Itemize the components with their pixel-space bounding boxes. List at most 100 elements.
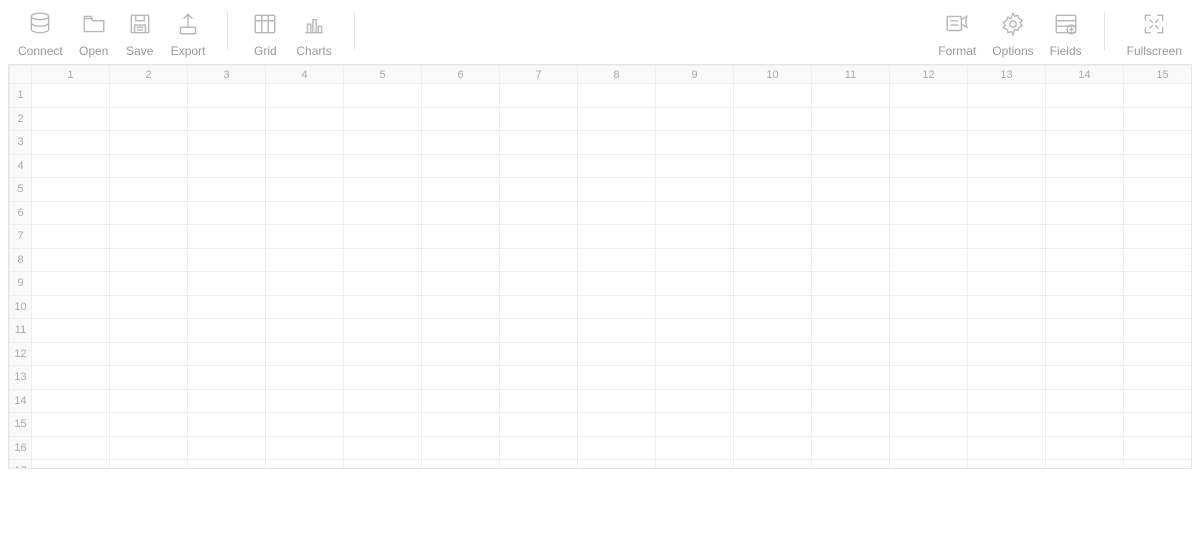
- grid-cell[interactable]: [266, 436, 344, 460]
- grid-cell[interactable]: [344, 248, 422, 272]
- grid-cell[interactable]: [1124, 295, 1193, 319]
- grid-cell[interactable]: [656, 413, 734, 437]
- grid-cell[interactable]: [422, 131, 500, 155]
- grid-cell[interactable]: [344, 295, 422, 319]
- grid-cell[interactable]: [266, 366, 344, 390]
- grid-cell[interactable]: [890, 460, 968, 470]
- grid-cell[interactable]: [188, 319, 266, 343]
- grid-cell[interactable]: [422, 225, 500, 249]
- grid-cell[interactable]: [578, 84, 656, 108]
- grid-cell[interactable]: [578, 178, 656, 202]
- column-header[interactable]: 5: [344, 66, 422, 84]
- grid-cell[interactable]: [500, 225, 578, 249]
- grid-cell[interactable]: [110, 272, 188, 296]
- grid-cell[interactable]: [110, 201, 188, 225]
- grid-cell[interactable]: [500, 154, 578, 178]
- grid-cell[interactable]: [188, 295, 266, 319]
- column-header[interactable]: 4: [266, 66, 344, 84]
- grid-cell[interactable]: [500, 107, 578, 131]
- grid-cell[interactable]: [344, 413, 422, 437]
- grid-cell[interactable]: [32, 201, 110, 225]
- grid-cell[interactable]: [110, 131, 188, 155]
- format-button[interactable]: Format: [930, 10, 984, 58]
- grid-cell[interactable]: [422, 413, 500, 437]
- grid-cell[interactable]: [1046, 154, 1124, 178]
- grid-cell[interactable]: [1046, 436, 1124, 460]
- grid-cell[interactable]: [1046, 272, 1124, 296]
- grid-cell[interactable]: [1124, 248, 1193, 272]
- grid-cell[interactable]: [656, 389, 734, 413]
- grid-cell[interactable]: [266, 201, 344, 225]
- grid-cell[interactable]: [32, 248, 110, 272]
- grid-cell[interactable]: [734, 225, 812, 249]
- grid-cell[interactable]: [656, 319, 734, 343]
- grid-cell[interactable]: [656, 84, 734, 108]
- grid-cell[interactable]: [32, 225, 110, 249]
- grid-cell[interactable]: [422, 154, 500, 178]
- grid-cell[interactable]: [812, 225, 890, 249]
- grid-cell[interactable]: [578, 319, 656, 343]
- grid-cell[interactable]: [266, 225, 344, 249]
- grid-cell[interactable]: [1124, 84, 1193, 108]
- grid-cell[interactable]: [32, 272, 110, 296]
- column-header[interactable]: 9: [656, 66, 734, 84]
- grid-cell[interactable]: [266, 248, 344, 272]
- grid-cell[interactable]: [266, 178, 344, 202]
- grid-cell[interactable]: [344, 436, 422, 460]
- grid-cell[interactable]: [656, 342, 734, 366]
- grid-cell[interactable]: [344, 131, 422, 155]
- fullscreen-button[interactable]: Fullscreen: [1119, 10, 1190, 58]
- grid-cell[interactable]: [968, 178, 1046, 202]
- grid-cell[interactable]: [578, 389, 656, 413]
- grid-cell[interactable]: [500, 131, 578, 155]
- grid-cell[interactable]: [1046, 342, 1124, 366]
- grid-cell[interactable]: [1046, 107, 1124, 131]
- grid-cell[interactable]: [188, 389, 266, 413]
- grid-cell[interactable]: [734, 178, 812, 202]
- grid-cell[interactable]: [578, 272, 656, 296]
- grid-cell[interactable]: [500, 272, 578, 296]
- grid-cell[interactable]: [734, 460, 812, 470]
- grid-cell[interactable]: [32, 84, 110, 108]
- grid-cell[interactable]: [344, 389, 422, 413]
- grid-cell[interactable]: [500, 436, 578, 460]
- grid-cell[interactable]: [422, 436, 500, 460]
- grid-cell[interactable]: [734, 436, 812, 460]
- grid-cell[interactable]: [32, 131, 110, 155]
- grid-cell[interactable]: [110, 248, 188, 272]
- grid-button[interactable]: Grid: [242, 10, 288, 58]
- grid-cell[interactable]: [344, 342, 422, 366]
- grid-cell[interactable]: [1046, 84, 1124, 108]
- grid-cell[interactable]: [500, 178, 578, 202]
- grid-cell[interactable]: [32, 178, 110, 202]
- grid-cell[interactable]: [968, 201, 1046, 225]
- row-header[interactable]: 17: [10, 460, 32, 470]
- grid-cell[interactable]: [188, 413, 266, 437]
- grid-cell[interactable]: [734, 84, 812, 108]
- grid-cell[interactable]: [968, 272, 1046, 296]
- grid-cell[interactable]: [734, 107, 812, 131]
- grid-cell[interactable]: [890, 225, 968, 249]
- grid-cell[interactable]: [734, 319, 812, 343]
- row-header[interactable]: 12: [10, 342, 32, 366]
- grid-cell[interactable]: [656, 225, 734, 249]
- grid-cell[interactable]: [188, 154, 266, 178]
- grid-cell[interactable]: [1124, 436, 1193, 460]
- grid-cell[interactable]: [110, 389, 188, 413]
- grid-cell[interactable]: [734, 201, 812, 225]
- grid-cell[interactable]: [656, 295, 734, 319]
- grid-cell[interactable]: [188, 366, 266, 390]
- grid-cell[interactable]: [812, 366, 890, 390]
- grid-cell[interactable]: [968, 319, 1046, 343]
- grid-cell[interactable]: [578, 154, 656, 178]
- grid-cell[interactable]: [656, 272, 734, 296]
- grid-cell[interactable]: [1046, 413, 1124, 437]
- options-button[interactable]: Options: [984, 10, 1041, 58]
- grid-cell[interactable]: [1124, 366, 1193, 390]
- grid-cell[interactable]: [500, 248, 578, 272]
- grid-cell[interactable]: [266, 154, 344, 178]
- grid-cell[interactable]: [890, 389, 968, 413]
- grid-cell[interactable]: [110, 319, 188, 343]
- grid-cell[interactable]: [266, 131, 344, 155]
- row-header[interactable]: 8: [10, 248, 32, 272]
